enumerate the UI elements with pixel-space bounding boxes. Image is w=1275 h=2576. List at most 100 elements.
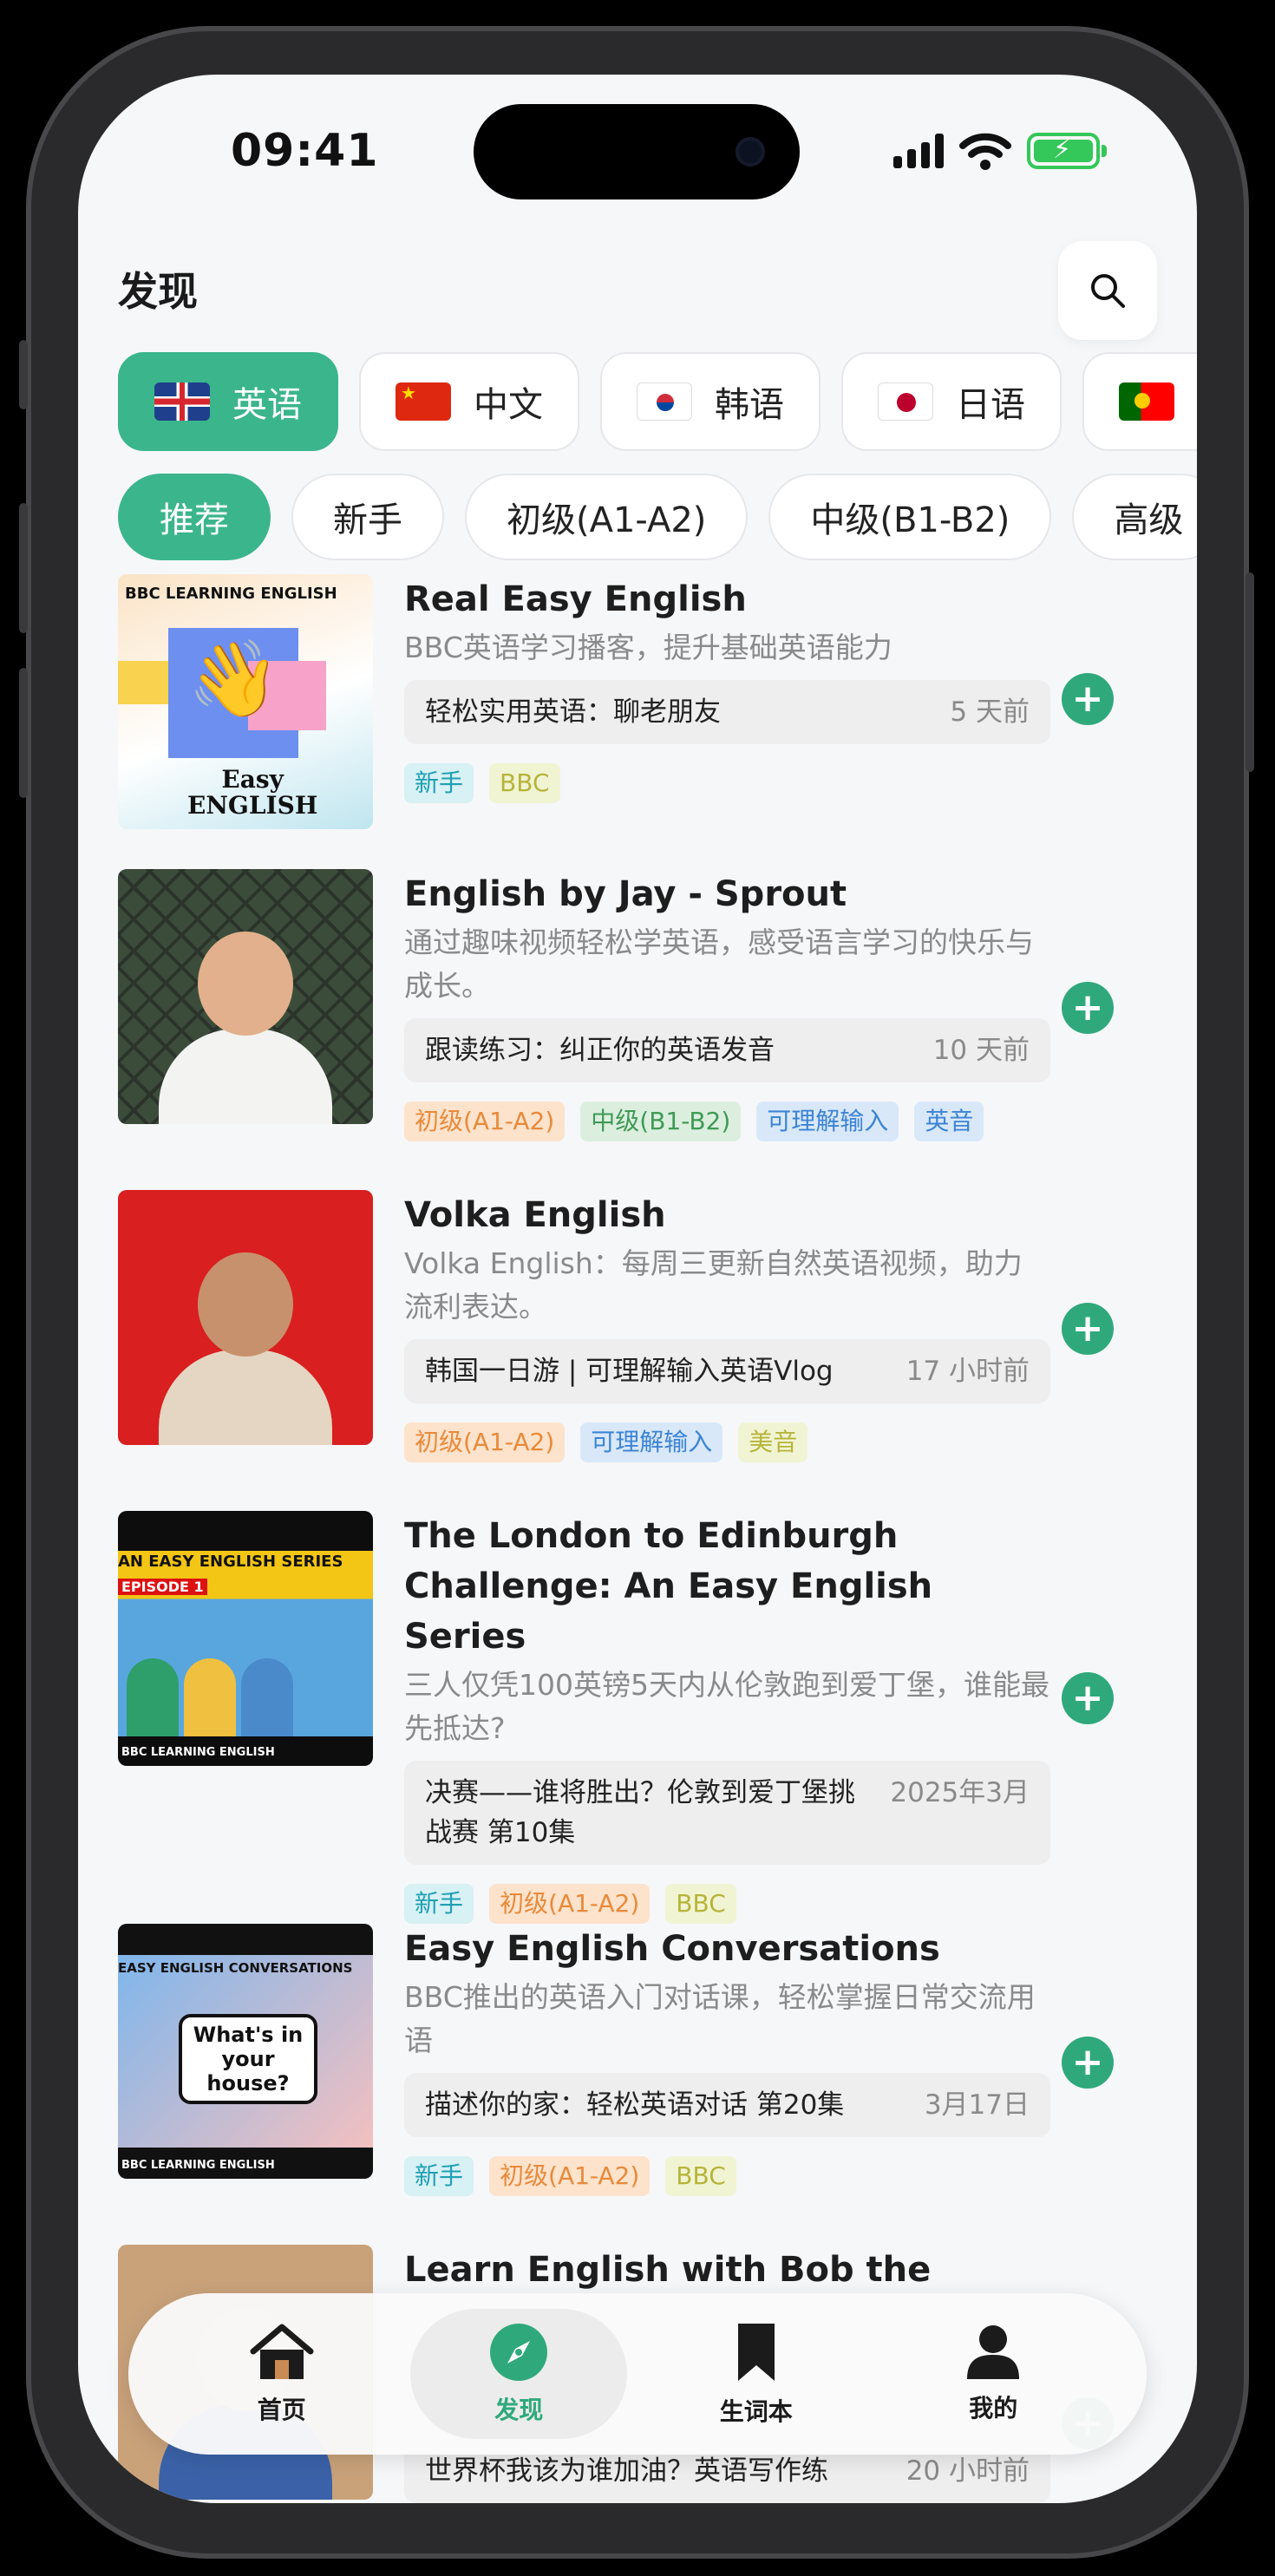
tab-profile[interactable]: 我的 [885, 2309, 1102, 2439]
podcast-title: The London to Edinburgh Challenge: An Ea… [404, 1516, 933, 1657]
latest-episode[interactable]: 韩国一日游 | 可理解输入英语Vlog 17 小时前 [404, 1339, 1050, 1403]
episode-time: 17 小时前 [906, 1356, 1030, 1387]
tab-label: 首页 [257, 2396, 306, 2424]
camera-icon [736, 137, 765, 167]
level-chip-intermediate[interactable]: 中级(B1-B2) [768, 474, 1052, 560]
podcast-list: BBC LEARNING ENGLISH 👋 Easy ENGLISH Real … [118, 574, 1157, 2503]
tag: 美音 [738, 1422, 808, 1462]
uk-flag-icon [154, 382, 210, 421]
latest-episode[interactable]: 描述你的家：轻松英语对话 第20集 3月17日 [404, 2073, 1050, 2137]
podcast-cover: AN EASY ENGLISH SERIES EPISODE 1 BBC LEA… [118, 1511, 373, 1766]
home-icon [250, 2324, 314, 2379]
tab-label: 我的 [969, 2394, 1018, 2422]
episode-title: 轻松实用英语：聊老朋友 [425, 696, 721, 728]
podcast-title: Learn English with Bob the [404, 2250, 932, 2290]
portugal-flag-icon [1119, 382, 1174, 421]
level-chip-beginner[interactable]: 新手 [291, 474, 444, 560]
level-chip-advanced[interactable]: 高级 [1072, 474, 1197, 560]
host-photo [159, 932, 332, 1124]
search-icon [1091, 274, 1125, 308]
tab-vocabulary[interactable]: 生词本 [648, 2309, 865, 2439]
level-chip-elementary[interactable]: 初级(A1-A2) [465, 474, 749, 560]
status-time: 09:41 [231, 125, 379, 177]
list-item[interactable]: AN EASY ENGLISH SERIES EPISODE 1 BBC LEA… [118, 1511, 1157, 1924]
language-selector: 英语 中文 韩语 日语 [118, 352, 1197, 451]
podcast-title: English by Jay - Sprout [404, 874, 847, 914]
podcast-cover: EASY ENGLISH CONVERSATIONS What's in you… [118, 1924, 373, 2179]
cover-label: Easy ENGLISH [187, 765, 318, 820]
korea-flag-icon [637, 382, 692, 421]
cover-header: BBC LEARNING ENGLISH [125, 585, 337, 603]
list-item[interactable]: EASY ENGLISH CONVERSATIONS What's in you… [118, 1924, 1157, 2245]
tag: 新手 [404, 1884, 474, 1924]
list-item[interactable]: Volka English Volka English：每周三更新自然英语视频，… [118, 1190, 1157, 1511]
tag: 可理解输入 [580, 1422, 723, 1462]
dynamic-island [474, 104, 800, 199]
add-podcast-button[interactable]: + [1062, 2037, 1114, 2089]
episode-time: 20 小时前 [906, 2455, 1030, 2487]
podcast-cover: BBC LEARNING ENGLISH 👋 Easy ENGLISH [118, 574, 373, 829]
podcast-description: BBC推出的英语入门对话课，轻松掌握日常交流用语 [404, 1980, 1036, 2057]
screen: 09:41 ⚡ 发现 英语 中文 韩语 [78, 75, 1197, 2503]
search-button[interactable] [1058, 241, 1157, 340]
latest-episode[interactable]: 决赛——谁将胜出？伦敦到爱丁堡挑战赛 第10集 2025年3月 [404, 1761, 1050, 1865]
language-chip-english[interactable]: 英语 [118, 352, 338, 451]
cover-footer: BBC LEARNING ENGLISH [121, 1746, 275, 1759]
tag: 初级(A1-A2) [489, 2156, 651, 2196]
tag: 初级(A1-A2) [489, 1884, 651, 1924]
episode-title: 决赛——谁将胜出？伦敦到爱丁堡挑战赛 第10集 [425, 1777, 855, 1848]
list-item[interactable]: BBC LEARNING ENGLISH 👋 Easy ENGLISH Real … [118, 574, 1157, 869]
episode-title: 跟读练习：纠正你的英语发音 [425, 1035, 775, 1066]
language-label: 韩语 [715, 385, 784, 425]
japan-flag-icon [878, 382, 933, 421]
bottom-tab-bar: 首页 发现 生词本 我的 [128, 2293, 1147, 2455]
volume-down-button [19, 668, 28, 798]
bookmark-icon [737, 2324, 775, 2381]
tab-home[interactable]: 首页 [173, 2309, 390, 2439]
tab-label: 生词本 [719, 2397, 793, 2426]
cover-bubble: What's in your house? [179, 2014, 317, 2104]
latest-episode[interactable]: 轻松实用英语：聊老朋友 5 天前 [404, 680, 1050, 744]
podcast-title: Real Easy English [404, 579, 747, 619]
language-label: 英语 [232, 385, 302, 425]
language-label: 中文 [474, 385, 543, 425]
add-podcast-button[interactable]: + [1062, 1303, 1114, 1355]
compass-icon [490, 2324, 548, 2381]
tag: BBC [489, 763, 560, 803]
episode-title: 描述你的家：轻松英语对话 第20集 [425, 2089, 845, 2121]
tag: 新手 [404, 2156, 474, 2196]
action-button [19, 340, 28, 409]
podcast-cover [118, 869, 373, 1124]
language-label: 日语 [956, 385, 1025, 425]
tab-discover[interactable]: 发现 [410, 2309, 628, 2439]
podcast-description: BBC英语学习播客，提升基础英语能力 [404, 631, 892, 664]
level-filter: 推荐 新手 初级(A1-A2) 中级(B1-B2) 高级 [118, 474, 1197, 560]
language-chip-japanese[interactable]: 日语 [841, 352, 1062, 451]
tag-list: 新手 初级(A1-A2) BBC [404, 1884, 1050, 1924]
add-podcast-button[interactable]: + [1062, 982, 1114, 1034]
language-chip-korean[interactable]: 韩语 [600, 352, 821, 451]
tag-list: 新手 初级(A1-A2) BBC [404, 2156, 1050, 2196]
podcast-description: 三人仅凭100英镑5天内从伦敦跑到爱丁堡，谁能最先抵达? [404, 1668, 1049, 1745]
person-icon [967, 2325, 1020, 2379]
podcast-description: Volka English：每周三更新自然英语视频，助力流利表达。 [404, 1246, 1023, 1324]
latest-episode[interactable]: 跟读练习：纠正你的英语发音 10 天前 [404, 1018, 1050, 1082]
waving-hand-icon: 👋 [187, 636, 281, 722]
tag-list: 新手 BBC [404, 763, 1050, 803]
tag: 新手 [404, 763, 474, 803]
volume-up-button [19, 503, 28, 633]
language-chip-chinese[interactable]: 中文 [359, 352, 579, 451]
level-chip-recommended[interactable]: 推荐 [118, 474, 271, 560]
status-icons: ⚡ [893, 132, 1107, 170]
list-item[interactable]: English by Jay - Sprout 通过趣味视频轻松学英语，感受语言… [118, 869, 1157, 1190]
add-podcast-button[interactable]: + [1062, 673, 1114, 725]
podcast-title: Easy English Conversations [404, 1929, 940, 1969]
tag: 初级(A1-A2) [404, 1102, 566, 1141]
cover-series: AN EASY ENGLISH SERIES [118, 1553, 343, 1571]
podcast-cover [118, 1190, 373, 1445]
language-chip-portuguese[interactable] [1082, 352, 1197, 451]
tag: 初级(A1-A2) [404, 1422, 566, 1462]
add-podcast-button[interactable]: + [1062, 1672, 1114, 1724]
episode-title: 世界杯我该为谁加油？英语写作练 [425, 2455, 828, 2487]
tag: 中级(B1-B2) [580, 1102, 742, 1141]
